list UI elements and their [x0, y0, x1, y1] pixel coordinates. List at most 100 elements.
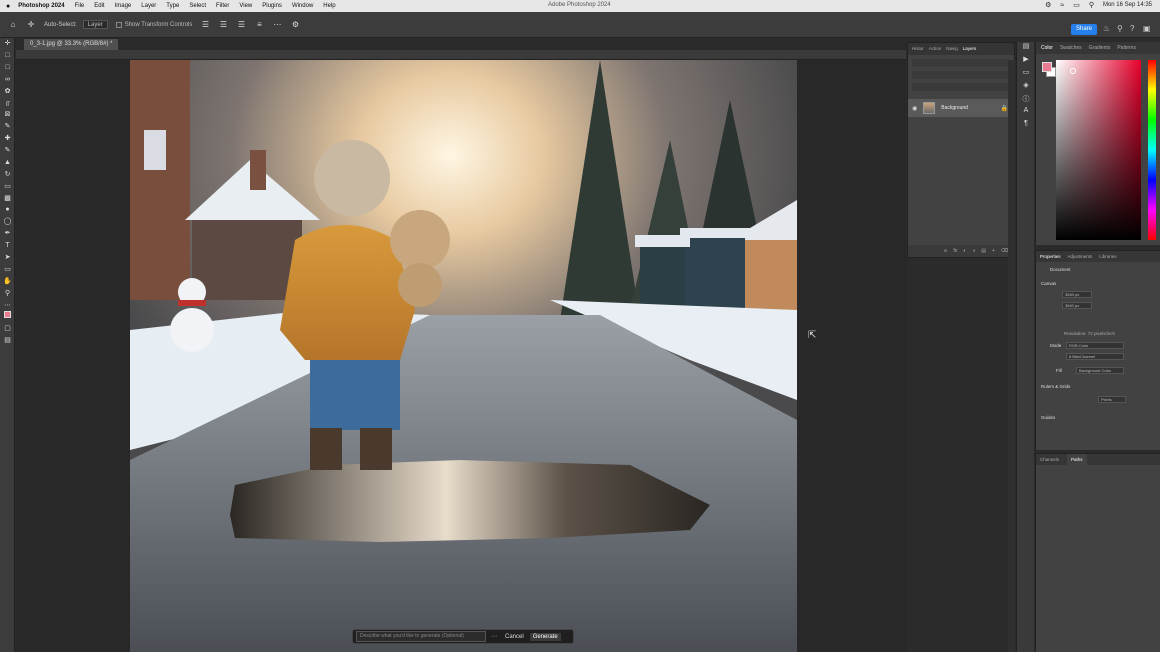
canvas-section[interactable]: Canvas	[1041, 281, 1056, 286]
fx-icon[interactable]: fx	[953, 245, 957, 257]
rulers-section[interactable]: Rulers & Grids	[1041, 384, 1070, 389]
canvas-scrollbar[interactable]	[1008, 60, 1015, 652]
tab-swatches[interactable]: Swatches	[1060, 42, 1082, 54]
pen-tool-icon[interactable]: ✒	[0, 228, 15, 240]
eraser-tool-icon[interactable]: ▭	[0, 181, 15, 193]
menu-select[interactable]: Select	[189, 3, 206, 9]
align-left-icon[interactable]: ☰	[200, 20, 210, 30]
history-brush-icon[interactable]: ↻	[0, 169, 15, 181]
history-icon[interactable]: ▤	[1017, 42, 1035, 55]
battery-icon[interactable]: ▭	[1073, 1, 1080, 9]
menu-help[interactable]: Help	[323, 3, 335, 9]
quick-mask-icon[interactable]: ▢	[0, 323, 15, 335]
tab-navigator[interactable]: Navig	[946, 43, 958, 55]
menu-file[interactable]: File	[75, 3, 85, 9]
menu-plugins[interactable]: Plugins	[262, 3, 282, 9]
lock-icon[interactable]: 🔒	[1001, 105, 1008, 112]
fill-dropdown[interactable]: Background Color	[1076, 367, 1124, 374]
more-tools-icon[interactable]: ⋯	[0, 300, 15, 312]
eyedropper-tool-icon[interactable]: ✎	[0, 121, 15, 133]
gradient-tool-icon[interactable]: ▩	[0, 193, 15, 205]
menu-type[interactable]: Type	[166, 3, 179, 9]
quick-select-tool-icon[interactable]: ✿	[0, 86, 15, 98]
layer-row[interactable]: ◉ Background 🔒	[908, 99, 1014, 117]
hue-slider[interactable]	[1148, 60, 1156, 240]
settings-icon[interactable]: ⚙	[1045, 1, 1051, 9]
cancel-button[interactable]: Cancel	[505, 634, 524, 640]
marquee-tool-icon[interactable]: □	[0, 62, 15, 74]
clock[interactable]: Mon 16 Sep 14:35	[1103, 2, 1152, 8]
dodge-tool-icon[interactable]: ◯	[0, 216, 15, 228]
menu-layer[interactable]: Layer	[141, 3, 156, 9]
type-tool-icon[interactable]: T	[0, 240, 15, 252]
path-select-icon[interactable]: ➤	[0, 252, 15, 264]
artboard-tool-icon[interactable]: □	[0, 50, 15, 62]
play-icon[interactable]: ▶	[1017, 55, 1035, 68]
menu-view[interactable]: View	[239, 3, 252, 9]
document-canvas[interactable]	[130, 60, 797, 652]
auto-select-dropdown[interactable]: Layer	[82, 20, 108, 29]
wifi-icon[interactable]: ≈	[1060, 2, 1064, 9]
tab-patterns[interactable]: Patterns	[1117, 42, 1136, 54]
width-field[interactable]: 3840 px	[1062, 291, 1092, 298]
tab-libraries[interactable]: Libraries	[1099, 251, 1116, 262]
trash-icon[interactable]: ⌫	[1001, 245, 1008, 257]
layer-name[interactable]: Background	[941, 105, 968, 111]
info-icon[interactable]: ⓘ	[1017, 94, 1035, 107]
tab-channels[interactable]: Channels	[1040, 454, 1059, 465]
screen-mode-icon[interactable]: ▤	[0, 335, 15, 347]
crop-tool-icon[interactable]: ╓	[0, 97, 15, 109]
tab-properties[interactable]: Properties	[1040, 251, 1061, 262]
share-button[interactable]: Share	[1071, 24, 1097, 35]
search-icon[interactable]: ⚲	[1089, 1, 1094, 9]
layers-icon[interactable]: ◈	[1017, 81, 1035, 94]
character-icon[interactable]: A	[1017, 107, 1035, 120]
home-icon[interactable]: ⌂	[8, 20, 18, 30]
height-field[interactable]: 3840 px	[1062, 302, 1092, 309]
generative-prompt-input[interactable]: Describe what you'd like to generate (Op…	[356, 631, 486, 642]
more-options-icon[interactable]: ⋯	[491, 633, 497, 640]
layer-filter-row[interactable]	[912, 59, 1010, 67]
show-transform-checkbox[interactable]: Show Transform Controls	[115, 21, 192, 28]
distribute-icon[interactable]: ≡	[254, 20, 264, 30]
menu-filter[interactable]: Filter	[216, 3, 229, 9]
tab-paths[interactable]: Paths	[1067, 454, 1087, 465]
move-tool-icon[interactable]: ✛	[0, 38, 15, 50]
document-tab[interactable]: 0_3-1.jpg @ 33.3% (RGB/8#) *	[24, 39, 119, 50]
foreground-color-swatch[interactable]	[1042, 62, 1052, 72]
help-icon[interactable]: ?	[1130, 24, 1134, 33]
frame-tool-icon[interactable]: ⊠	[0, 109, 15, 121]
workspace-icon[interactable]: ▣	[1143, 24, 1151, 33]
stamp-tool-icon[interactable]: ▲	[0, 157, 15, 169]
mask-icon[interactable]: ◐	[963, 245, 966, 257]
new-layer-icon[interactable]: +	[992, 245, 995, 257]
color-picker-field[interactable]	[1056, 60, 1141, 240]
blur-tool-icon[interactable]: ●	[0, 204, 15, 216]
menu-image[interactable]: Image	[115, 3, 132, 9]
zoom-tool-icon[interactable]: ⚲	[0, 288, 15, 300]
tab-color[interactable]: Color	[1041, 42, 1053, 54]
tab-history[interactable]: Histor	[912, 43, 924, 55]
folder-icon[interactable]: ▤	[981, 245, 986, 257]
menu-window[interactable]: Window	[292, 3, 313, 9]
healing-tool-icon[interactable]: ✚	[0, 133, 15, 145]
menu-app[interactable]: Photoshop 2024	[18, 3, 64, 9]
generate-button[interactable]: Generate	[529, 632, 561, 641]
hand-tool-icon[interactable]: ✋	[0, 276, 15, 288]
eye-icon[interactable]: ◉	[912, 105, 917, 112]
more-options-icon[interactable]: ⋯	[272, 20, 282, 30]
guides-section[interactable]: Guides	[1041, 415, 1055, 420]
shape-tool-icon[interactable]: ▭	[0, 264, 15, 276]
depth-dropdown[interactable]: 8 Bits/Channel	[1066, 353, 1124, 360]
brush-tool-icon[interactable]: ✎	[0, 145, 15, 157]
adjustment-icon[interactable]: ◑	[972, 245, 975, 257]
tab-actions[interactable]: Action	[929, 43, 942, 55]
notification-icon[interactable]: ♨	[1103, 24, 1110, 33]
lock-row[interactable]	[912, 83, 1010, 91]
lasso-tool-icon[interactable]: ∞	[0, 74, 15, 86]
align-center-icon[interactable]: ☰	[218, 20, 228, 30]
tab-adjustments[interactable]: Adjustments	[1068, 251, 1093, 262]
tab-gradients[interactable]: Gradients	[1089, 42, 1111, 54]
tab-layers[interactable]: Layers	[963, 43, 977, 55]
move-tool-icon[interactable]: ✛	[26, 20, 36, 30]
